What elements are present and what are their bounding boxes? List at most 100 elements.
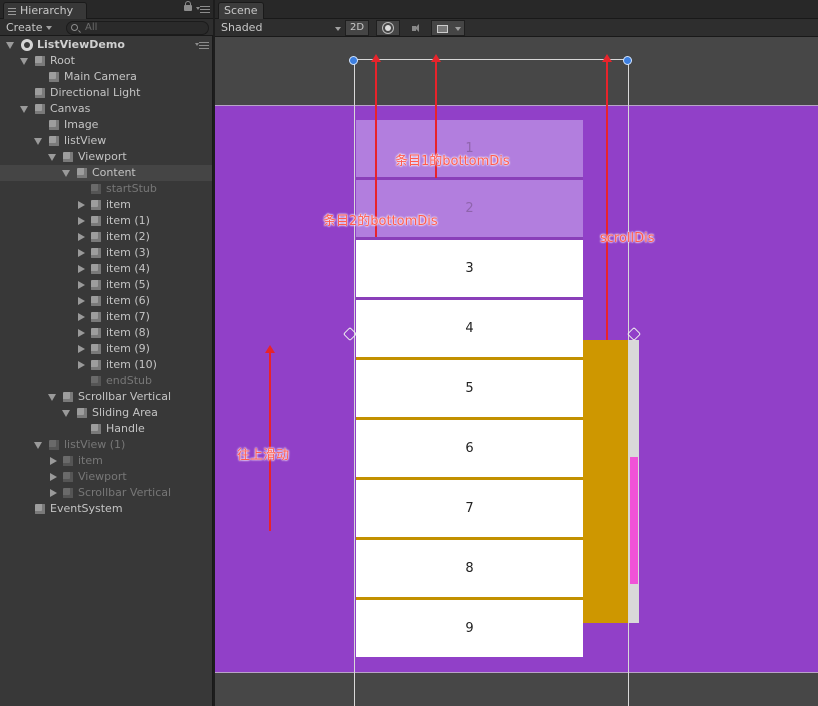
search-icon <box>71 24 78 31</box>
tree-row[interactable]: listView <box>0 133 212 149</box>
collapse-arrow-icon[interactable] <box>78 265 85 273</box>
list-item: 3 <box>356 240 583 297</box>
scene-effects-dropdown[interactable] <box>431 20 465 36</box>
gameobject-icon <box>91 360 101 370</box>
list-item: 8 <box>356 540 583 597</box>
tree-row[interactable]: Image <box>0 117 212 133</box>
hierarchy-tab-label: Hierarchy <box>20 4 74 17</box>
tree-row[interactable]: listView (1) <box>0 437 212 453</box>
scene-name: ListViewDemo <box>37 38 125 51</box>
rect-handle[interactable] <box>623 56 632 65</box>
scrollbar-handle[interactable] <box>630 457 638 584</box>
scroll-up-label: 往上滑动 <box>237 448 290 463</box>
scene-audio-toggle[interactable] <box>405 20 427 36</box>
hierarchy-tab[interactable]: Hierarchy <box>3 2 87 19</box>
tree-row-label: item (3) <box>106 246 150 259</box>
shading-mode-dropdown[interactable]: Shaded <box>221 21 343 35</box>
tree-row[interactable]: item (8) <box>0 325 212 341</box>
gameobject-icon <box>63 488 73 498</box>
scene-menu-icon[interactable] <box>195 42 209 49</box>
gameobject-icon <box>77 168 87 178</box>
collapse-arrow-icon[interactable] <box>78 201 85 209</box>
collapse-arrow-icon[interactable] <box>50 473 57 481</box>
tree-row[interactable]: item (2) <box>0 229 212 245</box>
tree-row[interactable]: item (1) <box>0 213 212 229</box>
hierarchy-panel: Hierarchy Create All ListViewDemo Root M… <box>0 0 213 706</box>
gameobject-icon <box>91 248 101 258</box>
lock-icon[interactable] <box>184 1 192 11</box>
tree-row[interactable]: EventSystem <box>0 501 212 517</box>
sun-icon <box>385 25 391 31</box>
collapse-arrow-icon[interactable] <box>78 329 85 337</box>
tree-row[interactable]: item (7) <box>0 309 212 325</box>
rect-handle[interactable] <box>349 56 358 65</box>
tree-row[interactable]: item (10) <box>0 357 212 373</box>
tree-row[interactable]: Viewport <box>0 469 212 485</box>
tree-row[interactable]: Scrollbar Vertical <box>0 389 212 405</box>
expand-arrow-icon[interactable] <box>62 170 70 177</box>
create-dropdown[interactable]: Create <box>6 21 52 35</box>
dropdown-arrow-icon <box>45 26 52 30</box>
expand-arrow-icon[interactable] <box>62 410 70 417</box>
tree-row[interactable]: endStub <box>0 373 212 389</box>
collapse-arrow-icon[interactable] <box>78 345 85 353</box>
collapse-arrow-icon[interactable] <box>50 457 57 465</box>
expand-arrow-icon[interactable] <box>34 138 42 145</box>
tree-row-label: listView (1) <box>64 438 126 451</box>
tree-row[interactable]: item (5) <box>0 277 212 293</box>
tree-row[interactable]: Canvas <box>0 101 212 117</box>
dropdown-arrow-icon <box>455 27 461 31</box>
tree-row-label: item (6) <box>106 294 150 307</box>
expand-arrow-icon[interactable] <box>6 42 14 49</box>
tree-row[interactable]: Viewport <box>0 149 212 165</box>
tree-row[interactable]: Main Camera <box>0 69 212 85</box>
collapse-arrow-icon[interactable] <box>78 297 85 305</box>
rect-edge-top <box>354 59 629 60</box>
collapse-arrow-icon[interactable] <box>78 361 85 369</box>
collapse-arrow-icon[interactable] <box>78 217 85 225</box>
scene-lighting-toggle[interactable] <box>376 20 400 36</box>
tree-row-label: EventSystem <box>50 502 123 515</box>
tree-row-selected[interactable]: Content <box>0 165 212 181</box>
create-label: Create <box>6 21 43 34</box>
tree-row[interactable]: item (4) <box>0 261 212 277</box>
scrollbar-region <box>583 340 629 623</box>
scene-viewport[interactable]: 1 2 3 4 5 6 7 8 9 条目1的bottomDis 条目2的bott… <box>215 37 818 706</box>
list-item: 4 <box>356 300 583 357</box>
expand-arrow-icon[interactable] <box>48 394 56 401</box>
scene-root-row[interactable]: ListViewDemo <box>0 37 212 53</box>
hierarchy-search-input[interactable]: All <box>66 21 209 35</box>
item1-bottom-label: 条目1的bottomDis <box>395 154 510 169</box>
expand-arrow-icon[interactable] <box>48 154 56 161</box>
tree-row[interactable]: startStub <box>0 181 212 197</box>
collapse-arrow-icon[interactable] <box>50 489 57 497</box>
tree-row[interactable]: item (9) <box>0 341 212 357</box>
collapse-arrow-icon[interactable] <box>78 249 85 257</box>
collapse-arrow-icon[interactable] <box>78 313 85 321</box>
search-placeholder: All <box>85 22 98 33</box>
panel-menu-icon[interactable] <box>196 6 210 13</box>
tree-row[interactable]: Sliding Area <box>0 405 212 421</box>
expand-arrow-icon[interactable] <box>20 58 28 65</box>
tree-row[interactable]: Handle <box>0 421 212 437</box>
scene-tab[interactable]: Scene <box>218 2 264 19</box>
hierarchy-toolbar: Create All <box>0 19 213 36</box>
tree-row[interactable]: item <box>0 197 212 213</box>
expand-arrow-icon[interactable] <box>20 106 28 113</box>
tree-row[interactable]: item (3) <box>0 245 212 261</box>
tree-row-label: Canvas <box>50 102 91 115</box>
tree-row[interactable]: Root <box>0 53 212 69</box>
rect-edge-right <box>628 59 629 706</box>
tree-row[interactable]: item <box>0 453 212 469</box>
gameobject-icon <box>91 376 101 386</box>
expand-arrow-icon[interactable] <box>34 442 42 449</box>
mode-2d-toggle[interactable]: 2D <box>345 20 369 36</box>
tree-row[interactable]: Directional Light <box>0 85 212 101</box>
tree-row-label: Viewport <box>78 470 127 483</box>
collapse-arrow-icon[interactable] <box>78 281 85 289</box>
tree-row-label: endStub <box>106 374 152 387</box>
collapse-arrow-icon[interactable] <box>78 233 85 241</box>
tree-row[interactable]: item (6) <box>0 293 212 309</box>
tree-row-label: item (9) <box>106 342 150 355</box>
tree-row[interactable]: Scrollbar Vertical <box>0 485 212 501</box>
